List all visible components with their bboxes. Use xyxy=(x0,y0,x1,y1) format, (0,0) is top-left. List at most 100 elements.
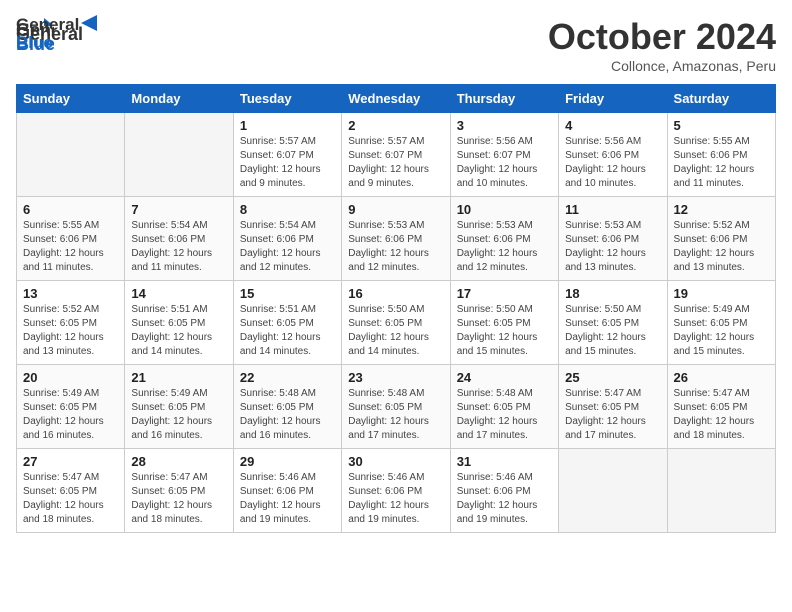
weekday-header-row: SundayMondayTuesdayWednesdayThursdayFrid… xyxy=(17,85,776,113)
day-info: Sunrise: 5:47 AMSunset: 6:05 PMDaylight:… xyxy=(23,471,118,527)
day-number: 16 xyxy=(348,286,443,301)
weekday-header-monday: Monday xyxy=(125,85,233,113)
day-info: Sunrise: 5:53 AMSunset: 6:06 PMDaylight:… xyxy=(565,219,660,275)
calendar-cell: 28Sunrise: 5:47 AMSunset: 6:05 PMDayligh… xyxy=(125,449,233,533)
day-number: 29 xyxy=(240,454,335,469)
calendar-cell: 18Sunrise: 5:50 AMSunset: 6:05 PMDayligh… xyxy=(559,281,667,365)
calendar-cell: 8Sunrise: 5:54 AMSunset: 6:06 PMDaylight… xyxy=(233,197,341,281)
day-number: 20 xyxy=(23,370,118,385)
calendar-cell: 19 Sunrise: 5:49 AMSunset: 6:05 PMDayligh… xyxy=(667,281,775,365)
day-number: 6 xyxy=(23,202,118,217)
day-number: 27 xyxy=(23,454,118,469)
day-info: Sunrise: 5:49 AMSunset: 6:05 PMDaylight:… xyxy=(674,303,769,359)
calendar-week-row: 6 Sunrise: 5:55 AMSunset: 6:06 PMDaylight… xyxy=(17,197,776,281)
day-info: Sunrise: 5:56 AMSunset: 6:06 PMDaylight:… xyxy=(565,135,660,191)
day-info: Sunrise: 5:55 AMSunset: 6:06 PMDaylight:… xyxy=(674,135,769,191)
day-number: 24 xyxy=(457,370,552,385)
day-number: 2 xyxy=(348,118,443,133)
day-info: Sunrise: 5:53 AMSunset: 6:06 PMDaylight:… xyxy=(457,219,552,275)
calendar-week-row: 20 Sunrise: 5:49 AMSunset: 6:05 PMDayligh… xyxy=(17,365,776,449)
day-number: 1 xyxy=(240,118,335,133)
day-number: 7 xyxy=(131,202,226,217)
day-number: 11 xyxy=(565,202,660,217)
calendar-cell: 3Sunrise: 5:56 AMSunset: 6:07 PMDaylight… xyxy=(450,113,558,197)
calendar-cell: 23 Sunrise: 5:48 AMSunset: 6:05 PMDayligh… xyxy=(342,365,450,449)
day-info: Sunrise: 5:49 AMSunset: 6:05 PMDaylight:… xyxy=(131,387,226,443)
calendar-cell xyxy=(667,449,775,533)
location-subtitle: Collonce, Amazonas, Peru xyxy=(548,58,776,74)
day-number: 25 xyxy=(565,370,660,385)
day-info: Sunrise: 5:46 AMSunset: 6:06 PMDaylight:… xyxy=(457,471,552,527)
calendar-cell: 22 Sunrise: 5:48 AMSunset: 6:05 PMDayligh… xyxy=(233,365,341,449)
day-number: 21 xyxy=(131,370,226,385)
calendar-cell: 17Sunrise: 5:50 AMSunset: 6:05 PMDayligh… xyxy=(450,281,558,365)
day-number: 14 xyxy=(131,286,226,301)
calendar-cell: 29 Sunrise: 5:46 AMSunset: 6:06 PMDayligh… xyxy=(233,449,341,533)
calendar-week-row: 13 Sunrise: 5:52 AMSunset: 6:05 PMDayligh… xyxy=(17,281,776,365)
calendar-cell xyxy=(125,113,233,197)
day-number: 9 xyxy=(348,202,443,217)
day-info: Sunrise: 5:48 AMSunset: 6:05 PMDaylight:… xyxy=(240,387,335,443)
day-info: Sunrise: 5:54 AMSunset: 6:06 PMDaylight:… xyxy=(131,219,226,275)
day-info: Sunrise: 5:54 AMSunset: 6:06 PMDaylight:… xyxy=(240,219,335,275)
day-info: Sunrise: 5:49 AMSunset: 6:05 PMDaylight:… xyxy=(23,387,118,443)
day-info: Sunrise: 5:55 AMSunset: 6:06 PMDaylight:… xyxy=(23,219,118,275)
day-number: 4 xyxy=(565,118,660,133)
calendar-cell: 15 Sunrise: 5:51 AMSunset: 6:05 PMDayligh… xyxy=(233,281,341,365)
calendar-cell: 7 Sunrise: 5:54 AMSunset: 6:06 PMDaylight… xyxy=(125,197,233,281)
calendar-cell xyxy=(17,113,125,197)
calendar-cell: 2 Sunrise: 5:57 AMSunset: 6:07 PMDaylight… xyxy=(342,113,450,197)
day-info: Sunrise: 5:48 AMSunset: 6:05 PMDaylight:… xyxy=(457,387,552,443)
calendar-cell: 9 Sunrise: 5:53 AMSunset: 6:06 PMDaylight… xyxy=(342,197,450,281)
day-number: 5 xyxy=(674,118,769,133)
day-info: Sunrise: 5:48 AMSunset: 6:05 PMDaylight:… xyxy=(348,387,443,443)
day-info: Sunrise: 5:51 AMSunset: 6:05 PMDaylight:… xyxy=(131,303,226,359)
calendar-week-row: 27 Sunrise: 5:47 AMSunset: 6:05 PMDayligh… xyxy=(17,449,776,533)
calendar-cell xyxy=(559,449,667,533)
calendar-cell: 16Sunrise: 5:50 AMSunset: 6:05 PMDayligh… xyxy=(342,281,450,365)
day-info: Sunrise: 5:57 AMSunset: 6:07 PMDaylight:… xyxy=(240,135,335,191)
day-info: Sunrise: 5:51 AMSunset: 6:05 PMDaylight:… xyxy=(240,303,335,359)
calendar-cell: 20 Sunrise: 5:49 AMSunset: 6:05 PMDayligh… xyxy=(17,365,125,449)
day-info: Sunrise: 5:56 AMSunset: 6:07 PMDaylight:… xyxy=(457,135,552,191)
calendar-cell: 5 Sunrise: 5:55 AMSunset: 6:06 PMDaylight… xyxy=(667,113,775,197)
day-info: Sunrise: 5:46 AMSunset: 6:06 PMDaylight:… xyxy=(240,471,335,527)
day-info: Sunrise: 5:47 AMSunset: 6:05 PMDaylight:… xyxy=(565,387,660,443)
page-header: General Blue General October 2024 Collon… xyxy=(16,16,776,74)
calendar-cell: 6 Sunrise: 5:55 AMSunset: 6:06 PMDaylight… xyxy=(17,197,125,281)
day-number: 26 xyxy=(674,370,769,385)
day-number: 31 xyxy=(457,454,552,469)
day-number: 18 xyxy=(565,286,660,301)
calendar-table: SundayMondayTuesdayWednesdayThursdayFrid… xyxy=(16,84,776,533)
day-number: 23 xyxy=(348,370,443,385)
day-number: 19 xyxy=(674,286,769,301)
day-number: 28 xyxy=(131,454,226,469)
calendar-cell: 10 Sunrise: 5:53 AMSunset: 6:06 PMDayligh… xyxy=(450,197,558,281)
day-info: Sunrise: 5:46 AMSunset: 6:06 PMDaylight:… xyxy=(348,471,443,527)
day-number: 10 xyxy=(457,202,552,217)
calendar-cell: 14 Sunrise: 5:51 AMSunset: 6:05 PMDayligh… xyxy=(125,281,233,365)
weekday-header-saturday: Saturday xyxy=(667,85,775,113)
day-number: 15 xyxy=(240,286,335,301)
day-info: Sunrise: 5:53 AMSunset: 6:06 PMDaylight:… xyxy=(348,219,443,275)
calendar-cell: 30 Sunrise: 5:46 AMSunset: 6:06 PMDayligh… xyxy=(342,449,450,533)
day-info: Sunrise: 5:52 AMSunset: 6:05 PMDaylight:… xyxy=(23,303,118,359)
calendar-cell: 13 Sunrise: 5:52 AMSunset: 6:05 PMDayligh… xyxy=(17,281,125,365)
day-info: Sunrise: 5:57 AMSunset: 6:07 PMDaylight:… xyxy=(348,135,443,191)
logo-container: General Blue xyxy=(16,16,97,53)
weekday-header-wednesday: Wednesday xyxy=(342,85,450,113)
day-number: 30 xyxy=(348,454,443,469)
calendar-cell: 27 Sunrise: 5:47 AMSunset: 6:05 PMDayligh… xyxy=(17,449,125,533)
day-number: 22 xyxy=(240,370,335,385)
day-info: Sunrise: 5:52 AMSunset: 6:06 PMDaylight:… xyxy=(674,219,769,275)
logo-blue-text: Blue xyxy=(16,33,97,53)
calendar-cell: 24 Sunrise: 5:48 AMSunset: 6:05 PMDayligh… xyxy=(450,365,558,449)
calendar-cell: 21 Sunrise: 5:49 AMSunset: 6:05 PMDayligh… xyxy=(125,365,233,449)
day-number: 13 xyxy=(23,286,118,301)
weekday-header-sunday: Sunday xyxy=(17,85,125,113)
calendar-cell: 4 Sunrise: 5:56 AMSunset: 6:06 PMDaylight… xyxy=(559,113,667,197)
calendar-cell: 11 Sunrise: 5:53 AMSunset: 6:06 PMDayligh… xyxy=(559,197,667,281)
calendar-week-row: 1 Sunrise: 5:57 AMSunset: 6:07 PMDaylight… xyxy=(17,113,776,197)
weekday-header-friday: Friday xyxy=(559,85,667,113)
day-info: Sunrise: 5:47 AMSunset: 6:05 PMDaylight:… xyxy=(674,387,769,443)
